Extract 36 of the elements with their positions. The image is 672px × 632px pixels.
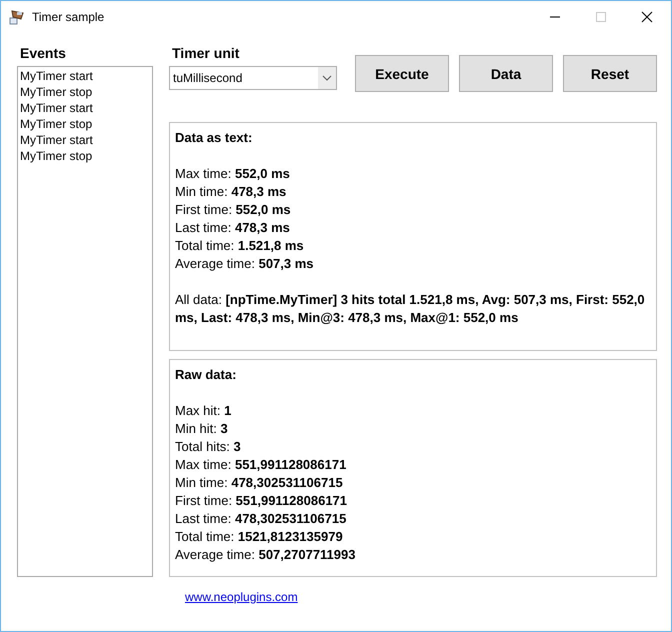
stat-line: Last time: 478,3 ms [175, 219, 291, 237]
event-item[interactable]: MyTimer start [20, 100, 150, 116]
event-item[interactable]: MyTimer start [20, 68, 150, 84]
events-list[interactable]: MyTimer start MyTimer stop MyTimer start MyTimer stop MyTimer start MyTimer stop [17, 66, 153, 577]
stat-line: Total hits: 3 [175, 438, 242, 456]
stat-line: Max time: 552,0 ms [175, 165, 291, 183]
stat-line: First time: 551,991128086171 [175, 492, 348, 510]
app-icon [9, 8, 25, 24]
action-button[interactable]: Execute [355, 55, 449, 92]
stat-line: Average time: 507,2707711993 [175, 546, 356, 564]
stat-line: Total time: 1521,8123135979 [175, 528, 344, 546]
website-link[interactable]: www.neoplugins.com [185, 590, 298, 604]
action-button[interactable]: Reset [563, 55, 657, 92]
action-button[interactable]: Data [459, 55, 553, 92]
stat-line: Last time: 478,302531106715 [175, 510, 348, 528]
panel-heading: Raw data: [175, 366, 238, 384]
timer-unit-dropdown[interactable]: tuMillisecond [169, 66, 337, 90]
timer-unit-label: Timer unit [171, 45, 240, 63]
stat-line: Min hit: 3 [175, 420, 229, 438]
events-label: Events [19, 45, 67, 63]
event-item[interactable]: MyTimer stop [20, 148, 150, 164]
event-item[interactable]: MyTimer stop [20, 84, 150, 100]
event-item[interactable]: MyTimer stop [20, 116, 150, 132]
panel-heading: Data as text: [175, 129, 254, 147]
stat-line: Total time: 1.521,8 ms [175, 237, 305, 255]
stat-line: Min time: 478,3 ms [175, 183, 288, 201]
close-icon[interactable] [641, 10, 653, 22]
chevron-icon [322, 75, 332, 81]
stat-line: Average time: 507,3 ms [175, 255, 315, 273]
window-title: Timer sample [32, 10, 104, 24]
stat-line: Min time: 478,302531106715 [175, 474, 344, 492]
stat-line: Max time: 551,991128086171 [175, 456, 348, 474]
event-item[interactable]: MyTimer start [20, 132, 150, 148]
stat-line: First time: 552,0 ms [175, 201, 292, 219]
stat-line: Max hit: 1 [175, 402, 232, 420]
all-data-text: All data: [npTime.MyTimer] 3 hits total 1.521,8 ms, Avg: 507,3 ms, First: 552,0 ms, Last: 478,3 ms, Min@3: 478,3 ms, Max@1: 552,0 ms [175, 291, 646, 327]
